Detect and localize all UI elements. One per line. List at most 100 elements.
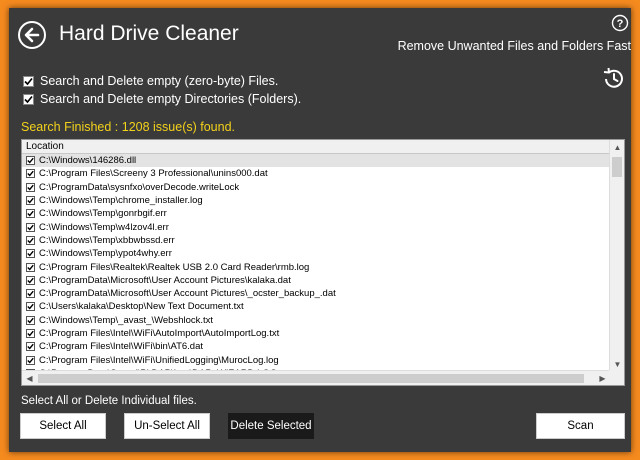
help-button[interactable]: ? (611, 14, 629, 32)
checkmark-icon (27, 197, 34, 204)
row-checkbox[interactable] (26, 302, 35, 312)
table-row[interactable]: C:\Windows\146286.dll (22, 154, 610, 168)
svg-text:?: ? (617, 18, 624, 30)
row-path: C:\Windows\Temp\w4lzov4l.err (39, 221, 169, 233)
checkmark-icon (27, 304, 34, 310)
option-empty-dirs[interactable]: Search and Delete empty Directories (Fol… (23, 92, 301, 106)
table-row[interactable]: C:\Program Files\Intel\WiFi\AutoImport\A… (22, 327, 610, 340)
row-checkbox[interactable] (26, 262, 35, 272)
back-arrow-icon (18, 21, 46, 49)
row-path: C:\Windows\Temp\_avast_\Webshlock.txt (39, 314, 214, 326)
horizontal-scrollbar[interactable]: ◀ ▶ (22, 370, 610, 385)
app-title: Hard Drive Cleaner (59, 22, 239, 45)
table-row[interactable]: C:\Users\kalaka\Desktop\New Text Documen… (22, 300, 610, 313)
hint-text: Select All or Delete Individual files. (21, 395, 197, 407)
checkmark-icon (27, 157, 34, 164)
option-label: Search and Delete empty Directories (Fol… (40, 92, 302, 106)
checkmark-icon (27, 211, 34, 217)
checkmark-icon (27, 357, 34, 364)
checkmark-icon (27, 237, 34, 244)
row-path: C:\Windows\Temp\xbbwbssd.err (39, 234, 175, 246)
scrollbar-corner (609, 370, 624, 385)
table-row[interactable]: C:\Program Files\Realtek\Realtek USB 2.0… (22, 260, 610, 273)
option-empty-files[interactable]: Search and Delete empty (zero-byte) File… (23, 74, 278, 88)
checkmark-icon (27, 264, 34, 271)
row-checkbox[interactable] (26, 355, 35, 365)
checkmark-icon (27, 250, 34, 257)
help-icon: ? (611, 14, 629, 32)
vertical-scroll-thumb[interactable] (612, 157, 622, 177)
checkmark-icon (24, 95, 33, 103)
status-text: Search Finished : 1208 issue(s) found. (21, 120, 236, 134)
checkmark-icon (27, 290, 34, 297)
vertical-scrollbar[interactable]: ▲ ▼ (609, 140, 624, 371)
row-path: C:\Windows\Temp\chrome_installer.log (39, 195, 203, 207)
table-row[interactable]: C:\ProgramData\Microsoft\User Account Pi… (22, 287, 610, 300)
row-checkbox[interactable] (26, 342, 35, 352)
delete-selected-button[interactable]: Delete Selected (228, 413, 314, 439)
scan-button[interactable]: Scan (536, 413, 625, 439)
app-subtitle: Remove Unwanted Files and Folders Fast (397, 39, 631, 53)
checkmark-icon (27, 224, 34, 231)
row-path: C:\Windows\Temp\ypot4why.err (39, 248, 172, 260)
table-row[interactable]: C:\Program Files\Intel\WiFi\UnifiedLoggi… (22, 353, 610, 366)
table-row[interactable]: C:\Windows\Temp\gonrbgif.err (22, 207, 610, 220)
table-row[interactable]: C:\Windows\Temp\chrome_installer.log (22, 194, 610, 207)
results-list: C:\Windows\146286.dll C:\Program Files\Sc… (22, 154, 610, 371)
table-row[interactable]: C:\Program Files\Screeny 3 Professional\… (22, 167, 610, 180)
results-table: Location C:\Windows\146286.dll C:\Program… (21, 139, 625, 386)
horizontal-scroll-thumb[interactable] (38, 374, 584, 383)
scroll-up-icon[interactable]: ▲ (610, 140, 625, 154)
back-button[interactable] (17, 20, 47, 50)
row-checkbox[interactable] (26, 289, 35, 299)
row-checkbox[interactable] (26, 169, 35, 179)
table-row[interactable]: C:\Windows\Temp\ypot4why.err (22, 247, 610, 260)
checkmark-icon (27, 317, 34, 324)
table-row[interactable]: C:\Program Files\Intel\WiFi\bin\AT6.dat (22, 340, 610, 353)
row-checkbox[interactable] (26, 156, 35, 166)
row-checkbox[interactable] (26, 329, 35, 338)
table-row[interactable]: C:\Windows\Temp\xbbwbssd.err (22, 234, 610, 247)
history-button[interactable] (601, 66, 627, 92)
row-checkbox[interactable] (26, 235, 35, 245)
scroll-right-icon[interactable]: ▶ (595, 371, 610, 386)
row-checkbox[interactable] (26, 275, 35, 285)
select-all-button[interactable]: Select All (20, 413, 106, 439)
checkmark-icon (27, 330, 34, 337)
table-row[interactable]: C:\Windows\Temp\w4lzov4l.err (22, 220, 610, 233)
row-path: C:\Program Files\Intel\WiFi\AutoImport\A… (39, 328, 280, 339)
checkbox-empty-files[interactable] (23, 75, 34, 87)
row-path: C:\Windows\146286.dll (39, 155, 137, 167)
row-path: C:\Program Files\Screeny 3 Professional\… (39, 168, 268, 180)
checkmark-icon (27, 344, 34, 350)
checkbox-empty-dirs[interactable] (23, 93, 34, 105)
app-window: Hard Drive Cleaner ? Remove Unwanted Fil… (9, 8, 631, 452)
row-checkbox[interactable] (26, 222, 35, 232)
checkmark-icon (24, 77, 33, 85)
history-icon (603, 67, 623, 88)
row-path: C:\ProgramData\sysnfxo\overDecode.writeL… (39, 181, 240, 193)
row-path: C:\Users\kalaka\Desktop\New Text Documen… (39, 301, 244, 313)
row-checkbox[interactable] (26, 209, 35, 219)
row-checkbox[interactable] (26, 315, 35, 325)
column-header-location[interactable]: Location (22, 140, 610, 154)
row-path: C:\ProgramData\Microsoft\User Account Pi… (39, 288, 336, 300)
scroll-down-icon[interactable]: ▼ (610, 357, 625, 371)
row-path: C:\Program Files\Intel\WiFi\UnifiedLoggi… (39, 354, 279, 366)
row-checkbox[interactable] (26, 182, 35, 192)
row-checkbox[interactable] (26, 196, 35, 206)
table-row[interactable]: C:\Windows\Temp\_avast_\Webshlock.txt (22, 314, 610, 327)
table-row[interactable]: C:\ProgramData\Microsoft\User Account Pi… (22, 274, 610, 287)
row-path: C:\Program Files\Intel\WiFi\bin\AT6.dat (39, 341, 204, 353)
table-row[interactable]: C:\ProgramData\sysnfxo\overDecode.writeL… (22, 181, 610, 194)
checkmark-icon (27, 277, 34, 284)
checkmark-icon (27, 171, 34, 177)
row-path: C:\Windows\Temp\gonrbgif.err (39, 208, 167, 220)
row-path: C:\ProgramData\Microsoft\User Account Pi… (39, 274, 291, 286)
scroll-left-icon[interactable]: ◀ (22, 371, 37, 386)
unselect-all-button[interactable]: Un-Select All (124, 413, 210, 439)
row-checkbox[interactable] (26, 249, 35, 259)
checkmark-icon (27, 184, 34, 191)
row-path: C:\Program Files\Realtek\Realtek USB 2.0… (39, 261, 310, 273)
option-label: Search and Delete empty (zero-byte) File… (40, 74, 279, 88)
